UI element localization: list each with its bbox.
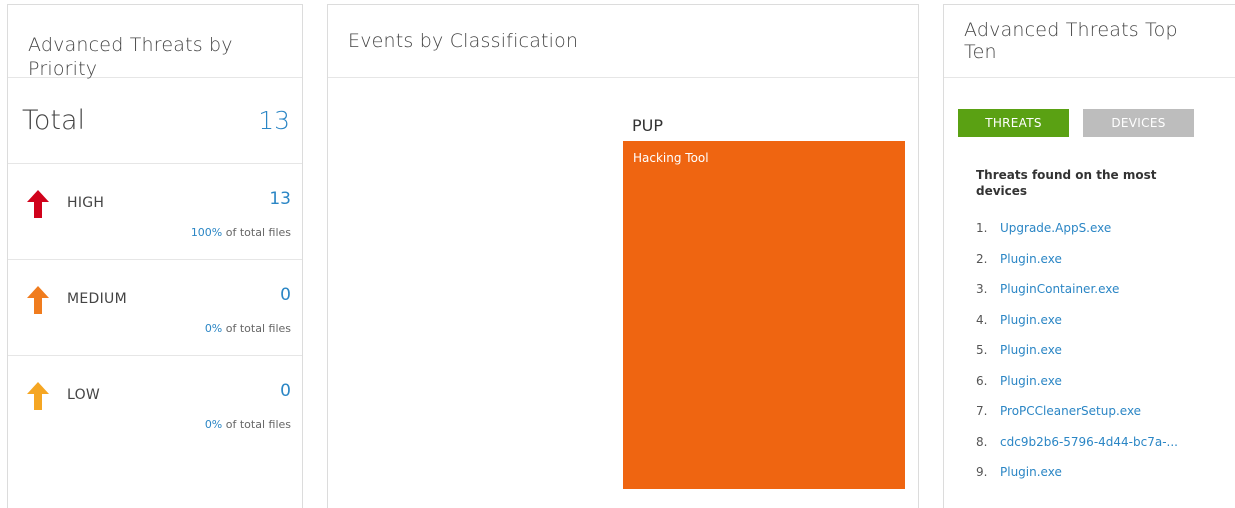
list-item-number: 1. (976, 221, 988, 235)
list-item: 7. ProPCCleanerSetup.exe (976, 404, 1178, 435)
list-item: 4. Plugin.exe (976, 313, 1178, 344)
priority-count[interactable]: 0 (280, 381, 291, 401)
list-item-number: 5. (976, 343, 988, 357)
list-item: 1. Upgrade.AppS.exe (976, 221, 1178, 252)
list-item: 2. Plugin.exe (976, 252, 1178, 283)
list-item-number: 3. (976, 282, 988, 296)
percent-value: 0% (204, 418, 223, 431)
priority-row-medium: MEDIUM 0 0% of total files (8, 260, 302, 356)
low-priority-arrow-icon (27, 382, 49, 410)
tab-threats[interactable]: THREATS (958, 109, 1069, 137)
threat-link[interactable]: cdc9b2b6-5796-4d44-bc7a-... (1000, 435, 1178, 466)
list-item: 5. Plugin.exe (976, 343, 1178, 374)
percent-value: 0% (204, 322, 223, 335)
list-item-number: 8. (976, 434, 988, 449)
tile-label: Hacking Tool (633, 151, 709, 165)
top-ten-panel-title: Advanced Threats Top Ten (944, 5, 1235, 78)
list-item: 6. Plugin.exe (976, 374, 1178, 405)
priority-label: LOW (67, 387, 101, 403)
threat-link[interactable]: Plugin.exe (1000, 313, 1062, 344)
percent-suffix: of total files (222, 322, 291, 335)
list-item: 9. Plugin.exe (976, 465, 1178, 496)
top-ten-tabs: THREATS DEVICES (958, 109, 1194, 137)
threat-link[interactable]: Plugin.exe (1000, 465, 1062, 496)
classification-panel-title: Events by Classification (328, 5, 918, 78)
list-item-number: 7. (976, 404, 988, 418)
priority-row-high: HIGH 13 100% of total files (8, 164, 302, 260)
high-priority-arrow-icon (27, 190, 49, 218)
priority-percent: 0% of total files (205, 322, 291, 335)
priority-label: MEDIUM (67, 291, 127, 307)
priority-panel: Advanced Threats by Priority Total 13 HI… (7, 4, 303, 508)
top-ten-panel: Advanced Threats Top Ten THREATS DEVICES… (943, 4, 1235, 508)
list-item-number: 4. (976, 312, 988, 327)
classification-treemap: PUP Hacking Tool (328, 78, 918, 508)
threat-link[interactable]: Plugin.exe (1000, 343, 1062, 374)
threat-link[interactable]: PluginContainer.exe (1000, 282, 1119, 313)
tab-devices[interactable]: DEVICES (1083, 109, 1194, 137)
priority-label: HIGH (67, 195, 105, 211)
percent-suffix: of total files (222, 226, 291, 239)
priority-panel-title: Advanced Threats by Priority (8, 5, 302, 80)
threat-link[interactable]: Upgrade.AppS.exe (1000, 221, 1111, 252)
priority-row-low: LOW 0 0% of total files (8, 356, 302, 452)
percent-value: 100% (190, 226, 223, 239)
total-row: Total 13 (8, 78, 302, 164)
threat-link[interactable]: Plugin.exe (1000, 252, 1062, 283)
medium-priority-arrow-icon (27, 286, 49, 314)
threat-link[interactable]: ProPCCleanerSetup.exe (1000, 404, 1141, 435)
priority-percent: 100% of total files (191, 226, 291, 239)
list-item: 3. PluginContainer.exe (976, 282, 1178, 313)
list-item-number: 6. (976, 373, 988, 388)
percent-suffix: of total files (222, 418, 291, 431)
category-label: PUP (632, 116, 664, 135)
threat-list-title: Threats found on the most devices (976, 168, 1157, 198)
treemap-tile-hacking-tool[interactable]: Hacking Tool (623, 141, 905, 489)
priority-percent: 0% of total files (205, 418, 291, 431)
priority-count[interactable]: 13 (269, 189, 291, 209)
total-value[interactable]: 13 (258, 106, 290, 135)
list-item-number: 2. (976, 251, 988, 266)
list-item-number: 9. (976, 465, 988, 479)
total-label: Total (22, 105, 86, 136)
threat-link[interactable]: Plugin.exe (1000, 374, 1062, 405)
priority-count[interactable]: 0 (280, 285, 291, 305)
list-item: 8. cdc9b2b6-5796-4d44-bc7a-... (976, 435, 1178, 466)
classification-panel: Events by Classification PUP Hacking Too… (327, 4, 919, 508)
threat-list: 1. Upgrade.AppS.exe 2. Plugin.exe 3. PluginCo… (976, 221, 1178, 496)
